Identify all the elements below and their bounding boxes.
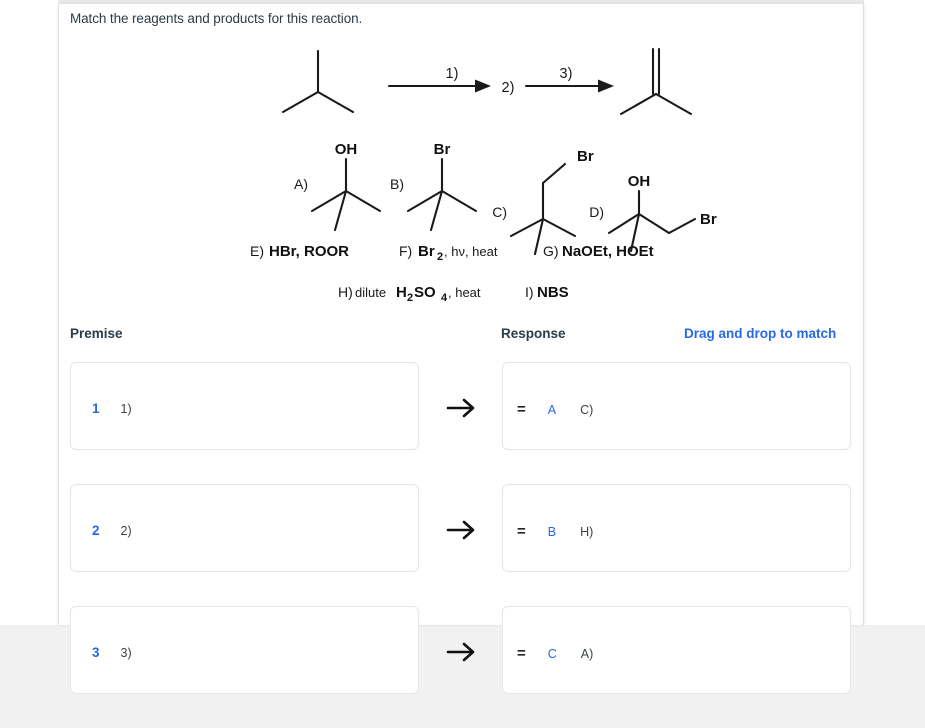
reagent-f-subscript: 2: [437, 251, 443, 263]
reagent-g-text: NaOEt, HOEt: [562, 243, 654, 260]
premise-box[interactable]: 3 3): [70, 606, 419, 694]
reagent-f-text-after: , hν, heat: [444, 244, 498, 259]
premise-box[interactable]: 2 2): [70, 484, 419, 572]
right-gutter: [864, 0, 925, 625]
response-letter: B: [547, 524, 557, 539]
reagent-option-e: E) HBr, ROOR: [250, 243, 349, 260]
equals-sign: =: [517, 401, 526, 418]
premise-column-header: Premise: [70, 326, 123, 341]
match-rows: 1 1) = A C) 2 2) = B H) 3 3) = C A): [59, 362, 865, 728]
premise-label: 1): [120, 401, 132, 416]
product-methylpropene: [619, 47, 693, 116]
response-label: C): [580, 402, 594, 417]
premise-content: 2 2): [92, 523, 132, 538]
reagent-e-text: HBr, ROOR: [269, 243, 349, 260]
premise-index: 1: [92, 401, 100, 416]
reagent-option-h: H) dilute H 2 SO 4 , heat: [338, 284, 481, 304]
response-content: = A C): [517, 401, 593, 418]
reagent-f-label: F): [399, 243, 412, 259]
reagent-h-label: H): [338, 284, 353, 300]
reaction-scheme-svg: 1) 2) 3) OH Br Br OH Br A) B) C) D) E) H…: [250, 47, 717, 304]
reaction-scheme: 1) 2) 3) OH Br Br OH Br A) B) C) D) E) H…: [59, 34, 865, 319]
response-letter: C: [547, 646, 557, 661]
arrow-label-2: 2): [502, 80, 515, 96]
choice-b-substituent: Br: [434, 141, 451, 158]
reagent-option-g: G) NaOEt, HOEt: [543, 243, 654, 260]
choice-c-label: C): [492, 204, 507, 220]
response-content: = B H): [517, 523, 593, 540]
reagent-i-label: I): [525, 284, 534, 300]
reactant-isobutane: [281, 49, 355, 114]
match-row: 2 2) = B H): [59, 484, 865, 587]
choice-b-label: B): [390, 176, 404, 192]
reagent-h-prefix: dilute: [355, 285, 386, 300]
response-label: H): [580, 524, 594, 539]
choice-a-structure: [310, 157, 382, 232]
question-card: Match the reagents and products for this…: [58, 4, 865, 694]
match-arrow-icon: [446, 642, 475, 662]
premise-box[interactable]: 1 1): [70, 362, 419, 450]
reagent-option-i: I) NBS: [525, 284, 569, 301]
drag-and-drop-hint: Drag and drop to match: [684, 326, 837, 341]
choice-d-label: D): [589, 204, 604, 220]
choice-c-structure: [509, 162, 577, 256]
reaction-arrow-1: [387, 79, 491, 93]
equals-sign: =: [517, 523, 526, 540]
choice-d-structure: [607, 189, 697, 253]
premise-label: 2): [120, 523, 132, 538]
left-gutter: [0, 0, 58, 625]
page-background: Match the reagents and products for this…: [0, 0, 925, 694]
premise-index: 2: [92, 523, 100, 538]
reagent-h-text: H: [396, 284, 407, 301]
question-prompt: Match the reagents and products for this…: [70, 11, 363, 26]
arrow-label-3: 3): [560, 66, 573, 82]
reagent-h-subscript-2: 4: [441, 292, 448, 304]
reagent-f-text: Br: [418, 243, 435, 260]
reagent-e-label: E): [250, 243, 264, 259]
choice-b-structure: [406, 157, 478, 232]
reagent-h-text-mid: SO: [414, 284, 436, 301]
response-box[interactable]: = A C): [502, 362, 851, 450]
premise-label: 3): [120, 645, 132, 660]
choice-c-substituent: Br: [577, 148, 594, 165]
choice-d-substituent-oh: OH: [628, 173, 651, 190]
premise-content: 3 3): [92, 645, 132, 660]
response-box[interactable]: = B H): [502, 484, 851, 572]
reagent-h-text-after: , heat: [448, 285, 481, 300]
match-arrow-icon: [446, 520, 475, 540]
equals-sign: =: [517, 645, 526, 662]
choice-a-label: A): [294, 176, 308, 192]
match-arrow-icon: [446, 398, 475, 418]
reagent-g-label: G): [543, 243, 559, 259]
reagent-i-text: NBS: [537, 284, 569, 301]
choice-d-substituent-br: Br: [700, 211, 717, 228]
match-row: 1 1) = A C): [59, 362, 865, 465]
response-letter: A: [547, 402, 557, 417]
response-content: = C A): [517, 645, 593, 662]
response-box[interactable]: = C A): [502, 606, 851, 694]
arrow-label-1: 1): [446, 66, 459, 82]
match-row: 3 3) = C A): [59, 606, 865, 709]
response-column-header: Response: [501, 326, 566, 341]
premise-index: 3: [92, 645, 100, 660]
response-label: A): [580, 646, 594, 661]
premise-content: 1 1): [92, 401, 132, 416]
choice-a-substituent: OH: [335, 141, 358, 158]
reagent-h-subscript-1: 2: [407, 292, 413, 304]
match-section-header: Premise Response Drag and drop to match: [59, 326, 865, 348]
reagent-option-f: F) Br 2 , hν, heat: [399, 243, 498, 263]
